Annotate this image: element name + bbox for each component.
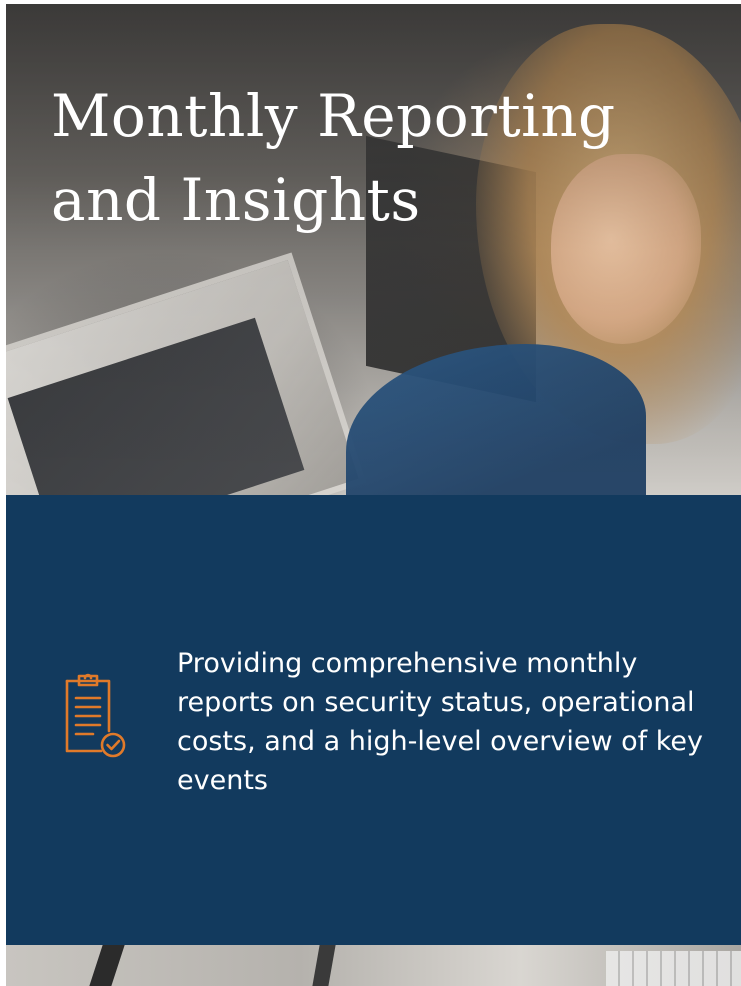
hero-photo: Monthly Reporting and Insights — [6, 4, 741, 495]
clipboard-check-icon — [65, 673, 126, 758]
description-text: Providing comprehensive monthly reports … — [177, 648, 703, 796]
page-title-line-1: Monthly Reporting — [51, 82, 616, 150]
bottom-photo-strip — [6, 945, 741, 986]
info-panel: Providing comprehensive monthly reports … — [6, 495, 741, 945]
slide-page: Monthly Reporting and Insights Providing… — [0, 0, 741, 986]
bottom-photo-keyboard — [606, 951, 741, 986]
bottom-photo-object-2 — [312, 945, 336, 986]
bottom-photo-object-1 — [89, 945, 125, 986]
page-title: Monthly Reporting and Insights — [51, 74, 711, 242]
page-title-line-2: and Insights — [51, 166, 421, 234]
